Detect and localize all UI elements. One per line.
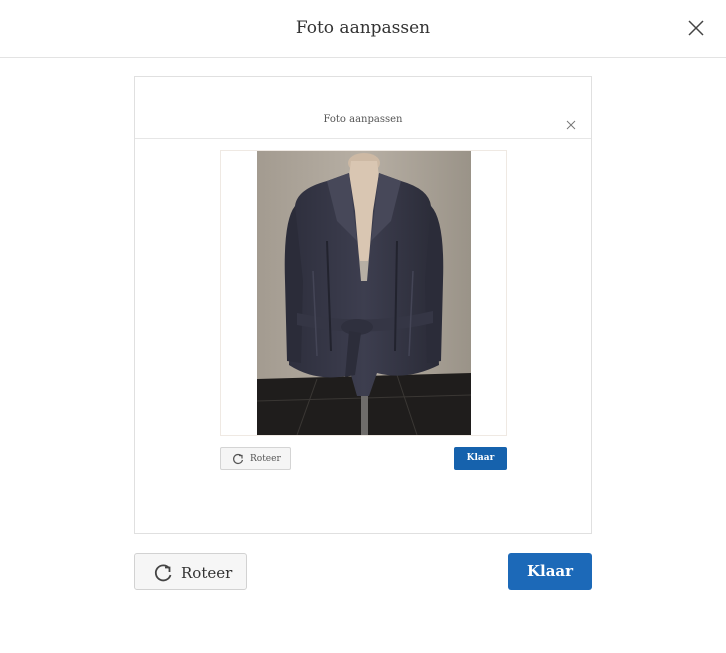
preview-done-button: Klaar <box>454 447 507 470</box>
dialog-header: Foto aanpassen <box>0 0 726 58</box>
photo-preview: Foto aanpassen Roteer Klaar <box>134 76 592 534</box>
rotate-label: Roteer <box>181 564 233 582</box>
coat-photo <box>257 151 471 435</box>
rotate-button[interactable]: Roteer <box>134 553 247 590</box>
rotate-icon <box>233 453 244 464</box>
preview-rotate-label: Roteer <box>250 454 281 464</box>
preview-title: Foto aanpassen <box>323 114 403 125</box>
preview-close-icon <box>566 115 576 130</box>
preview-rotate-button: Roteer <box>220 447 291 470</box>
preview-header: Foto aanpassen <box>135 77 591 139</box>
preview-photo-frame <box>220 150 507 436</box>
rotate-icon <box>154 564 172 582</box>
dialog-title: Foto aanpassen <box>295 18 431 38</box>
done-button[interactable]: Klaar <box>508 553 592 590</box>
close-icon[interactable] <box>686 18 706 38</box>
